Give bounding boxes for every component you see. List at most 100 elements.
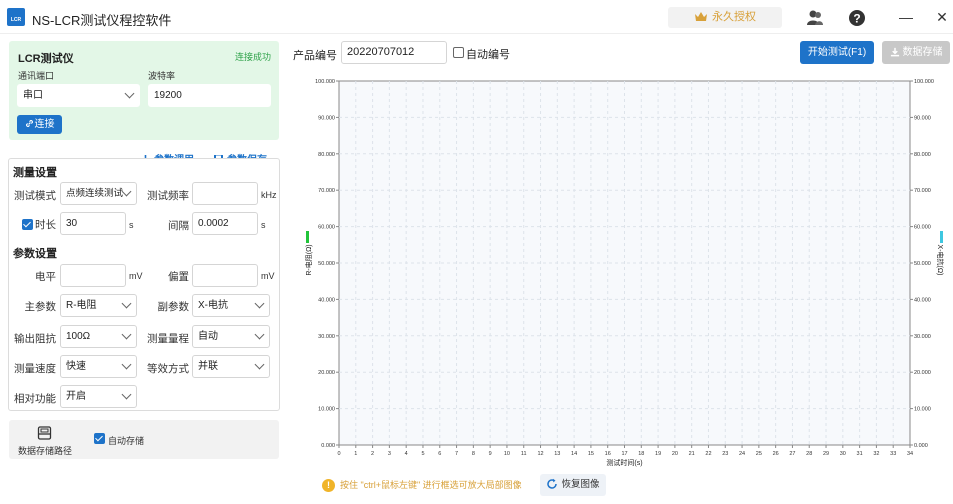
y-tick-label-left: 100.000 (315, 79, 335, 85)
restore-image-label: 恢复图像 (561, 479, 600, 490)
restore-image-button[interactable]: 恢复图像 (540, 474, 606, 496)
port-select[interactable]: 串口 (17, 84, 140, 107)
y-tick-label-left: 60.000 (318, 225, 335, 231)
x-tick-label: 3 (388, 451, 391, 457)
y-tick-label-right: 80.000 (914, 152, 931, 158)
port-value: 串口 (23, 90, 43, 101)
users-icon[interactable] (806, 9, 824, 27)
x-tick-label: 5 (421, 451, 424, 457)
save-data-button[interactable]: 数据存储 (882, 41, 950, 64)
y-tick-label-left: 90.000 (318, 115, 335, 121)
minimize-button[interactable]: — (894, 7, 918, 27)
x-tick-label: 6 (438, 451, 441, 457)
x-tick-label: 8 (472, 451, 475, 457)
x-tick-label: 21 (689, 451, 695, 457)
chevron-down-icon (254, 298, 265, 309)
chart-svg[interactable]: 0.00010.00020.00030.00040.00050.00060.00… (293, 72, 944, 472)
title-bar: NS-LCR测试仪程控软件 永久授权 ? — ✕ (0, 0, 953, 34)
x-tick-label: 15 (588, 451, 594, 457)
relative-value: 开启 (66, 391, 86, 402)
x-tick-label: 27 (789, 451, 795, 457)
x-tick-label: 9 (489, 451, 492, 457)
primary-select[interactable]: R-电阻 (60, 294, 137, 317)
primary-value: R-电阻 (66, 300, 97, 311)
bias-label: 偏置 (168, 271, 189, 283)
link-icon (25, 120, 33, 127)
auto-number-checkbox[interactable] (453, 47, 464, 58)
storage-path-icon[interactable] (37, 426, 52, 440)
level-input[interactable] (60, 264, 126, 287)
x-tick-label: 1 (354, 451, 357, 457)
x-tick-label: 20 (672, 451, 678, 457)
secondary-label: 副参数 (157, 301, 190, 313)
impedance-select[interactable]: 100Ω (60, 325, 137, 348)
chevron-down-icon (124, 88, 135, 99)
params-section-title: 参数设置 (13, 248, 57, 260)
x-tick-label: 31 (857, 451, 863, 457)
right-series-marker (940, 231, 943, 243)
storage-panel: 数据存储路径 自动存储 (9, 420, 279, 459)
chart-area[interactable]: 0.000 10.000 20.000 30.000 40.000 50.000 60.00… (293, 72, 944, 472)
y-tick-label-left: 80.000 (318, 152, 335, 158)
baud-input[interactable]: 19200 (148, 84, 271, 107)
freq-input[interactable] (192, 182, 258, 205)
y-tick-label-right: 70.000 (914, 188, 931, 194)
y-axis-label-right: X-电抗(Ω) (936, 245, 944, 276)
left-series-marker (306, 231, 309, 243)
range-value: 自动 (198, 331, 218, 342)
range-label: 测量量程 (147, 333, 189, 345)
connection-title: LCR测试仪 (18, 53, 74, 65)
relative-select[interactable]: 开启 (60, 385, 137, 408)
mode-value: 点频连续测试 (66, 188, 124, 199)
relative-label: 相对功能 (14, 393, 56, 405)
product-input[interactable]: 20220707012 (341, 41, 447, 64)
auto-save-label: 自动存储 (108, 436, 145, 446)
duration-label: 时长 (35, 219, 56, 231)
x-tick-label: 25 (756, 451, 762, 457)
interval-input[interactable]: 0.0002 (192, 212, 258, 235)
y-tick-label-right: 10.000 (914, 407, 931, 413)
help-icon[interactable]: ? (848, 9, 866, 27)
x-tick-label: 11 (521, 451, 527, 457)
x-axis-label: 测试时间(s) (606, 458, 642, 467)
speed-label: 测量速度 (14, 363, 56, 375)
mode-select[interactable]: 点频连续测试 (60, 182, 137, 205)
duration-checkbox[interactable] (22, 219, 33, 230)
bias-unit: mV (261, 271, 275, 281)
level-unit: mV (129, 271, 143, 281)
range-select[interactable]: 自动 (192, 325, 270, 348)
app-title: NS-LCR测试仪程控软件 (32, 13, 172, 28)
close-button[interactable]: ✕ (930, 7, 953, 27)
license-button[interactable]: 永久授权 (668, 7, 782, 28)
chevron-down-icon (121, 186, 132, 197)
x-tick-label: 19 (655, 451, 661, 457)
baud-label: 波特率 (148, 71, 176, 81)
license-label: 永久授权 (712, 11, 756, 23)
x-tick-label: 22 (705, 451, 711, 457)
x-tick-label: 26 (773, 451, 779, 457)
auto-save-checkbox[interactable] (94, 433, 105, 444)
refresh-icon (547, 478, 558, 489)
duration-input[interactable]: 30 (60, 212, 126, 235)
x-tick-label: 30 (840, 451, 846, 457)
storage-path-label[interactable]: 数据存储路径 (18, 444, 72, 457)
equiv-select[interactable]: 并联 (192, 355, 270, 378)
download-icon (890, 47, 899, 57)
primary-label: 主参数 (24, 301, 57, 313)
x-tick-label: 17 (621, 451, 627, 457)
speed-select[interactable]: 快速 (60, 355, 137, 378)
baud-value: 19200 (154, 90, 182, 101)
product-label: 产品编号 (293, 50, 337, 62)
bias-input[interactable] (192, 264, 258, 287)
x-tick-label: 2 (371, 451, 374, 457)
connect-button[interactable]: 连接 (17, 115, 62, 134)
svg-text:?: ? (853, 12, 860, 26)
start-test-button[interactable]: 开始测试(F1) (800, 41, 874, 64)
y-tick-label-left: 10.000 (318, 407, 335, 413)
y-tick-label-left: 70.000 (318, 188, 335, 194)
y-axis-label-left: R-电阻(Ω) (304, 244, 313, 275)
secondary-select[interactable]: X-电抗 (192, 294, 270, 317)
x-tick-label: 13 (554, 451, 560, 457)
y-tick-label-left: 0.000 (321, 443, 335, 449)
x-tick-label: 18 (638, 451, 644, 457)
